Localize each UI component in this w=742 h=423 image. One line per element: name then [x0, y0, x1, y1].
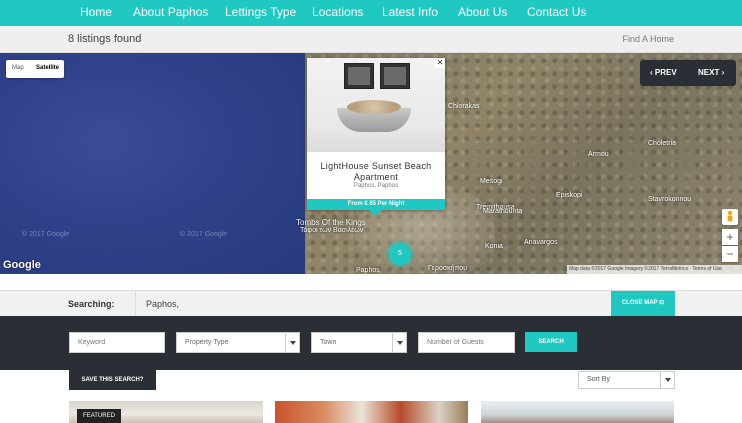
save-search-button[interactable]: SAVE THIS SEARCH? — [69, 370, 156, 390]
chevron-down-icon — [392, 333, 406, 352]
nav-contact-us[interactable]: Contact Us — [527, 5, 586, 19]
map-label-chlorakas: Chlorakas — [448, 103, 480, 110]
close-map-button[interactable]: CLOSE MAP ⊟ — [611, 291, 675, 316]
map-label-episkopi: Episkopi — [556, 192, 583, 199]
zoom-out-button[interactable]: − — [722, 246, 738, 262]
town-select[interactable]: Town — [311, 332, 407, 353]
nav-about-paphos[interactable]: About Paphos — [133, 5, 208, 19]
nav-latest-info[interactable]: Latest Info — [382, 5, 438, 19]
find-home-link[interactable]: Find A Home — [622, 34, 674, 44]
property-type-select[interactable]: Property Type — [176, 332, 300, 353]
pegman-icon[interactable] — [722, 209, 738, 225]
info-window-pointer — [369, 210, 381, 216]
searching-divider — [135, 291, 136, 316]
map-label-mesogi: Mesogi — [480, 178, 503, 185]
searching-bar: Searching: Paphos, CLOSE MAP ⊟ — [0, 290, 742, 316]
featured-badge: FEATURED — [77, 409, 121, 423]
map-label-stavrokonnou: Stavrokonnou — [648, 196, 692, 203]
listing-card[interactable] — [481, 401, 674, 423]
chevron-down-icon — [660, 372, 674, 388]
chevron-down-icon — [285, 333, 299, 352]
map-faint-copyright: © 2017 Google — [180, 231, 228, 238]
keyword-input[interactable] — [70, 333, 164, 352]
map-label-tombs: Tombs Of the Kings — [296, 218, 366, 227]
nav-home[interactable]: Home — [80, 5, 112, 19]
google-logo: Google — [3, 259, 41, 271]
listing-info-window[interactable]: LightHouse Sunset Beach Apartment Paphos… — [307, 58, 445, 210]
nav-about-us[interactable]: About Us — [458, 5, 507, 19]
top-nav: Home About Paphos Lettings Type Location… — [0, 0, 742, 26]
listing-price: From € 85 Per Night — [307, 199, 445, 210]
listing-photo[interactable] — [307, 58, 445, 152]
prev-button[interactable]: ‹ PREV — [650, 68, 677, 77]
map-label-choletria: Choletria — [648, 140, 677, 147]
searching-value: Paphos, — [146, 299, 180, 309]
search-button[interactable]: SEARCH — [525, 332, 577, 352]
map-label-tombs-greek: Τάφοι των Βασιλέων — [300, 227, 364, 234]
sort-by-value: Sort By — [587, 376, 610, 383]
town-value: Town — [320, 339, 337, 346]
map-type-map-button[interactable]: Map — [12, 65, 24, 71]
guests-input[interactable] — [419, 333, 514, 352]
next-button[interactable]: NEXT › — [698, 68, 724, 77]
map-label-paphos: Paphos — [356, 267, 380, 274]
map-type-satellite-button[interactable]: Satellite — [36, 65, 59, 71]
listings-count: 8 listings found — [68, 33, 142, 45]
map-attribution[interactable]: Map data ©2017 Google Imagery ©2017 Terr… — [567, 265, 742, 274]
close-icon[interactable]: ✕ — [435, 58, 445, 68]
map-cluster-marker[interactable]: 5 — [389, 243, 411, 265]
map-faint-copyright: © 2017 Google — [22, 231, 70, 238]
map-type-toggle: Map Satellite — [6, 60, 64, 78]
map-label-geroskipou: Γεροσκήπου — [428, 265, 468, 272]
searching-label: Searching: — [68, 299, 115, 309]
map-label-konia: Konia — [485, 243, 503, 250]
photo-frame-left — [344, 63, 374, 89]
sort-by-select[interactable]: Sort By — [578, 371, 675, 389]
listing-title[interactable]: LightHouse Sunset Beach Apartment — [307, 161, 445, 183]
map-label-anavargos: Anavargos — [524, 239, 558, 246]
property-type-value: Property Type — [185, 339, 229, 346]
zoom-in-button[interactable]: + — [722, 229, 738, 245]
photo-frame-right — [380, 63, 410, 89]
listing-location: Paphos, Paphos — [353, 183, 399, 189]
nav-lettings-type[interactable]: Lettings Type — [225, 5, 296, 19]
map-sea-area — [0, 53, 305, 274]
keyword-input-wrapper — [69, 332, 165, 353]
listing-card[interactable] — [275, 401, 468, 423]
map-prev-next: ‹ PREV NEXT › — [640, 60, 736, 86]
page: Home About Paphos Lettings Type Location… — [0, 0, 742, 423]
photo-bowl — [337, 100, 411, 132]
map-label-marathounta: Marathounta — [483, 208, 523, 215]
map-label-armou: Armou — [588, 151, 609, 158]
next-label: NEXT — [698, 68, 720, 77]
nav-locations[interactable]: Locations — [312, 5, 363, 19]
guests-input-wrapper — [418, 332, 515, 353]
listings-bar: 8 listings found Find A Home — [0, 26, 742, 53]
prev-label: PREV — [654, 68, 677, 77]
